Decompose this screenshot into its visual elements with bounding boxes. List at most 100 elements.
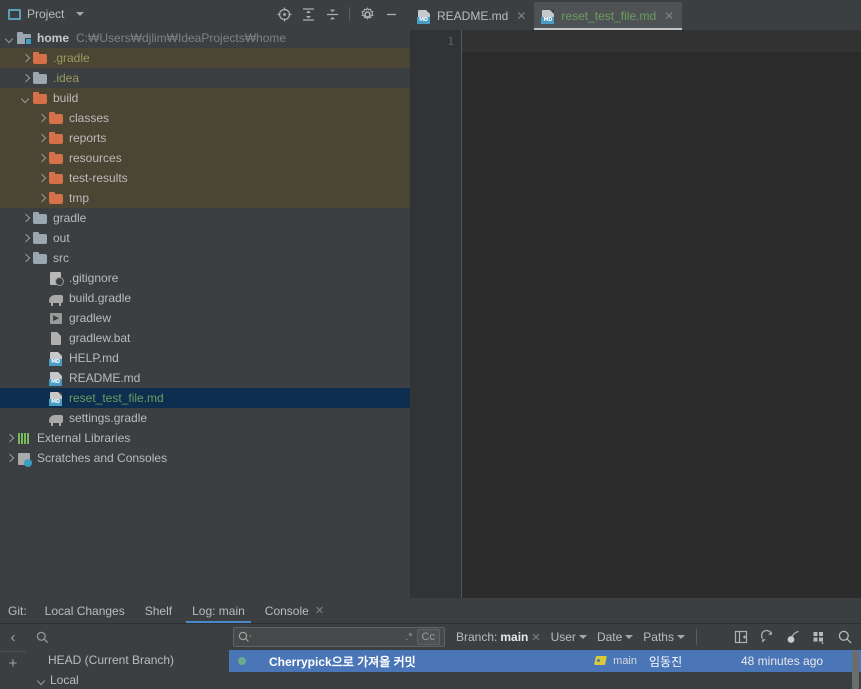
tree-row-classes[interactable]: classes bbox=[0, 108, 410, 128]
log-search-input[interactable]: .* Cc bbox=[233, 627, 445, 647]
commit-row[interactable]: Cherrypick으로 가져올 커밋 main 임동진 48 minutes … bbox=[229, 650, 861, 672]
search-icon[interactable] bbox=[833, 626, 857, 648]
search-dropdown-icon[interactable] bbox=[238, 631, 253, 643]
editor-tab-reset-test-file-md[interactable]: reset_test_file.md ✕ bbox=[534, 2, 683, 30]
branch-row-local[interactable]: Local bbox=[26, 670, 229, 689]
markdown-file-icon bbox=[417, 9, 432, 24]
line-number: 1 bbox=[447, 35, 454, 48]
folder-orange-icon bbox=[32, 50, 48, 66]
tree-row-scratches-and-consoles[interactable]: Scratches and Consoles bbox=[0, 448, 410, 468]
editor-tab-label: reset_test_file.md bbox=[561, 9, 657, 23]
add-button[interactable]: + bbox=[0, 650, 26, 676]
chevron-right-icon[interactable] bbox=[4, 453, 15, 464]
git-tab-label: Console bbox=[264, 603, 309, 618]
commit-message: Cherrypick으로 가져올 커밋 bbox=[269, 654, 416, 669]
gear-icon[interactable] bbox=[356, 3, 378, 25]
tree-row-label: out bbox=[53, 231, 70, 245]
show-details-icon[interactable] bbox=[729, 626, 753, 648]
branch-list[interactable]: HEAD (Current Branch) Local bbox=[26, 650, 229, 689]
tree-row-gradlew-bat[interactable]: gradlew.bat bbox=[0, 328, 410, 348]
chevron-right-icon[interactable] bbox=[36, 193, 47, 204]
tree-row-out[interactable]: out bbox=[0, 228, 410, 248]
tree-row--idea[interactable]: .idea bbox=[0, 68, 410, 88]
expand-all-icon[interactable] bbox=[297, 3, 319, 25]
close-icon[interactable]: ✕ bbox=[531, 631, 540, 644]
git-tab-label: Shelf bbox=[144, 603, 173, 618]
tree-row--gitignore[interactable]: .gitignore bbox=[0, 268, 410, 288]
chevron-right-icon[interactable] bbox=[36, 133, 47, 144]
git-tab-bar: Git: Local Changes Shelf Log: main Console ✕ bbox=[0, 598, 861, 623]
tree-row-reset-test-file-md[interactable]: reset_test_file.md bbox=[0, 388, 410, 408]
tree-row-home[interactable]: home C:₩Users₩djlim₩IdeaProjects₩home bbox=[0, 28, 410, 48]
chevron-right-icon[interactable] bbox=[4, 433, 15, 444]
branch-row-head[interactable]: HEAD (Current Branch) bbox=[26, 650, 229, 670]
regex-toggle[interactable]: .* bbox=[401, 631, 416, 643]
branch-filter[interactable]: Branch: main ✕ bbox=[451, 630, 546, 644]
cherry-pick-icon[interactable] bbox=[781, 626, 805, 648]
chevron-right-icon[interactable] bbox=[20, 73, 31, 84]
tree-row-gradle[interactable]: gradle bbox=[0, 208, 410, 228]
chevron-down-icon[interactable] bbox=[20, 93, 31, 104]
project-dropdown-icon[interactable] bbox=[76, 12, 85, 16]
select-opened-file-icon[interactable] bbox=[273, 3, 295, 25]
chevron-right-icon[interactable] bbox=[20, 53, 31, 64]
close-icon[interactable]: ✕ bbox=[664, 9, 674, 23]
tree-row-label: settings.gradle bbox=[69, 411, 148, 425]
git-tab-label: Log: main bbox=[192, 603, 245, 618]
user-filter[interactable]: User bbox=[546, 630, 592, 644]
chevron-right-icon[interactable] bbox=[36, 173, 47, 184]
tree-row-gradlew[interactable]: ▶ gradlew bbox=[0, 308, 410, 328]
minimize-icon[interactable] bbox=[380, 3, 402, 25]
gradle-file-icon bbox=[48, 410, 64, 426]
chevron-right-icon[interactable] bbox=[20, 253, 31, 264]
tree-row-label: test-results bbox=[69, 171, 128, 185]
tree-row-external-libraries[interactable]: External Libraries bbox=[0, 428, 410, 448]
tree-row-label: tmp bbox=[69, 191, 90, 205]
chevron-right-icon[interactable] bbox=[36, 153, 47, 164]
case-sensitive-toggle[interactable]: Cc bbox=[416, 629, 440, 645]
project-tree[interactable]: home C:₩Users₩djlim₩IdeaProjects₩home .gra… bbox=[0, 28, 410, 598]
paths-filter[interactable]: Paths bbox=[638, 630, 690, 644]
tree-row-settings-gradle[interactable]: settings.gradle bbox=[0, 408, 410, 428]
close-icon[interactable]: ✕ bbox=[516, 9, 526, 23]
tree-row-reports[interactable]: reports bbox=[0, 128, 410, 148]
close-icon[interactable]: ✕ bbox=[315, 604, 324, 617]
editor-tab-readme-md[interactable]: README.md ✕ bbox=[410, 2, 534, 30]
tree-row-tmp[interactable]: tmp bbox=[0, 188, 410, 208]
git-log-pane: .* Cc Branch: main ✕ User Date Paths Che… bbox=[229, 624, 861, 689]
date-filter[interactable]: Date bbox=[592, 630, 638, 644]
chevron-right-icon[interactable] bbox=[20, 213, 31, 224]
commit-date: 48 minutes ago bbox=[741, 654, 824, 668]
git-tab-shelf[interactable]: Shelf bbox=[135, 598, 182, 623]
refresh-icon[interactable] bbox=[755, 626, 779, 648]
show-as-table-icon[interactable] bbox=[807, 626, 831, 648]
tree-row-build-gradle[interactable]: build.gradle bbox=[0, 288, 410, 308]
chevron-right-icon[interactable] bbox=[36, 113, 47, 124]
tree-row-path: C:₩Users₩djlim₩IdeaProjects₩home bbox=[76, 31, 287, 45]
tree-row-readme-md[interactable]: README.md bbox=[0, 368, 410, 388]
tree-row-resources[interactable]: resources bbox=[0, 148, 410, 168]
branch-search-row[interactable] bbox=[26, 624, 229, 650]
project-title-button[interactable]: Project bbox=[4, 5, 68, 23]
commit-graph-node bbox=[229, 650, 263, 672]
git-tab-log-main[interactable]: Log: main bbox=[182, 598, 255, 623]
tree-row-help-md[interactable]: HELP.md bbox=[0, 348, 410, 368]
editor-gutter[interactable]: 1 bbox=[410, 30, 462, 598]
commit-branch-label: main bbox=[613, 655, 637, 667]
git-tab-console[interactable]: Console ✕ bbox=[255, 598, 334, 623]
editor-area[interactable]: 1 bbox=[410, 30, 861, 598]
tree-row-build[interactable]: build bbox=[0, 88, 410, 108]
git-tab-local-changes[interactable]: Local Changes bbox=[35, 598, 135, 623]
chevron-down-icon[interactable] bbox=[4, 33, 15, 44]
collapse-all-icon[interactable] bbox=[321, 3, 343, 25]
chevron-right-icon[interactable] bbox=[20, 233, 31, 244]
markdown-file-icon bbox=[48, 390, 64, 406]
tree-row--gradle[interactable]: .gradle bbox=[0, 48, 410, 68]
collapse-panel-button[interactable]: ‹ bbox=[0, 624, 26, 650]
tree-row-test-results[interactable]: test-results bbox=[0, 168, 410, 188]
log-scrollbar[interactable] bbox=[852, 650, 859, 689]
tree-row-src[interactable]: src bbox=[0, 248, 410, 268]
